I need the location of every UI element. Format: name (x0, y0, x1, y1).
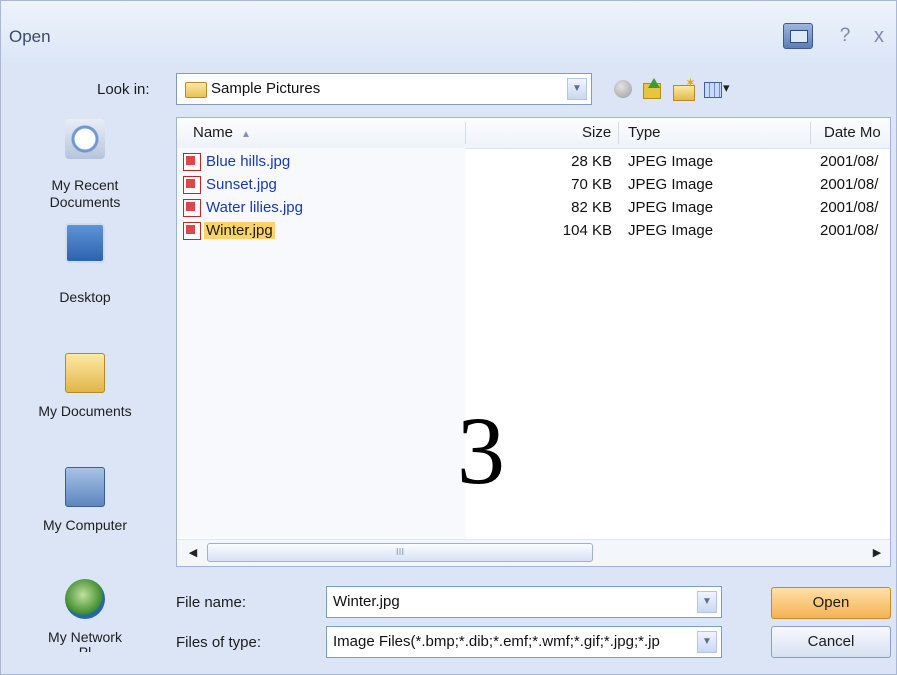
folder-icon (185, 82, 207, 98)
horizontal-scrollbar[interactable]: ◀ III ▶ (177, 539, 890, 566)
file-size: 104 KB (562, 222, 612, 239)
place-my-computer[interactable]: My Computer (7, 461, 163, 541)
column-header-size[interactable]: Size (582, 118, 611, 148)
views-menu-button[interactable] (701, 77, 741, 103)
open-dialog: Open ? x Look in: Sample Pictures ▼ My R… (0, 0, 897, 675)
jpeg-file-icon (183, 199, 201, 217)
scroll-left-icon[interactable]: ◀ (183, 543, 203, 563)
chevron-down-icon[interactable]: ▼ (697, 631, 717, 653)
jpeg-file-icon (183, 222, 201, 240)
desktop-icon (65, 223, 105, 263)
recent-documents-icon (65, 119, 105, 159)
column-header-name-label: Name (193, 124, 234, 141)
up-folder-button[interactable] (639, 77, 665, 103)
file-row[interactable]: Water lilies.jpg 82 KB JPEG Image 2001/0… (177, 198, 890, 220)
place-label: Desktop (59, 289, 111, 305)
place-label: Pl (78, 644, 92, 652)
file-name-value: Winter.jpg (333, 593, 400, 610)
jpeg-file-icon (183, 176, 201, 194)
new-folder-button[interactable] (671, 75, 697, 103)
file-type: JPEG Image (628, 199, 714, 216)
column-separator[interactable] (810, 122, 811, 144)
column-separator[interactable] (465, 122, 466, 144)
dialog-title: Open (9, 27, 51, 46)
place-label: My Computer (42, 517, 128, 533)
cancel-button[interactable]: Cancel (771, 626, 891, 658)
file-name-label: File name: (176, 594, 247, 611)
file-size: 70 KB (571, 176, 612, 193)
back-button[interactable] (611, 77, 637, 103)
file-type: JPEG Image (628, 222, 714, 239)
file-size: 28 KB (571, 153, 612, 170)
sort-ascending-icon: ▲ (241, 129, 251, 140)
column-header-bar (177, 118, 890, 149)
place-label: Documents (49, 194, 121, 210)
column-header-date[interactable]: Date Mo (824, 118, 881, 148)
file-name: Winter.jpg (204, 222, 275, 239)
file-list[interactable]: Name ▲ Size Type Date Mo Blue hills.jpg 2… (176, 117, 891, 567)
file-type-label: Files of type: (176, 634, 262, 651)
file-type: JPEG Image (628, 153, 714, 170)
file-name-field[interactable]: Winter.jpg ▼ (326, 586, 722, 618)
open-button[interactable]: Open (771, 587, 891, 619)
column-header-name[interactable]: Name ▲ (193, 118, 251, 148)
window-icon[interactable] (783, 23, 813, 49)
file-date: 2001/08/ (820, 222, 879, 239)
file-name: Water lilies.jpg (206, 199, 303, 216)
file-name: Blue hills.jpg (206, 153, 291, 170)
title-bar[interactable]: Open ? x (1, 1, 896, 63)
place-label: My Recent (51, 177, 119, 193)
chevron-down-icon[interactable]: ▼ (567, 78, 587, 100)
file-date: 2001/08/ (820, 176, 879, 193)
column-separator[interactable] (618, 122, 619, 144)
scroll-right-icon[interactable]: ▶ (867, 543, 887, 563)
file-row[interactable]: Blue hills.jpg 28 KB JPEG Image 2001/08/ (177, 152, 890, 174)
look-in-combo[interactable]: Sample Pictures ▼ (176, 73, 592, 105)
file-type-select[interactable]: Image Files(*.bmp;*.dib;*.emf;*.wmf;*.gi… (326, 626, 722, 658)
column-header-type[interactable]: Type (628, 118, 661, 148)
my-network-icon (65, 579, 105, 619)
place-my-documents[interactable]: My Documents (7, 347, 163, 427)
file-name: Sunset.jpg (206, 176, 277, 193)
place-desktop[interactable]: Desktop (7, 223, 163, 305)
scroll-thumb[interactable]: III (207, 543, 593, 562)
chevron-down-icon[interactable]: ▼ (697, 591, 717, 613)
file-size: 82 KB (571, 199, 612, 216)
file-date: 2001/08/ (820, 153, 879, 170)
place-my-recent-documents[interactable]: My Recent Documents (7, 111, 163, 211)
my-computer-icon (65, 467, 105, 507)
look-in-label: Look in: (97, 81, 150, 98)
file-type: JPEG Image (628, 176, 714, 193)
my-documents-icon (65, 353, 105, 393)
close-button[interactable]: x (869, 23, 889, 49)
jpeg-file-icon (183, 153, 201, 171)
file-date: 2001/08/ (820, 199, 879, 216)
file-type-value: Image Files(*.bmp;*.dib;*.emf;*.wmf;*.gi… (333, 633, 660, 650)
overlay-step-number: 3 (457, 397, 505, 504)
look-in-value: Sample Pictures (211, 80, 321, 97)
file-row[interactable]: Sunset.jpg 70 KB JPEG Image 2001/08/ (177, 175, 890, 197)
places-bar: My Recent Documents Desktop My Documents… (7, 111, 163, 661)
help-button[interactable]: ? (835, 23, 855, 49)
place-my-network[interactable]: My Network Pl (7, 573, 163, 661)
file-row-selected[interactable]: Winter.jpg 104 KB JPEG Image 2001/08/ (177, 221, 890, 243)
place-label: My Documents (38, 403, 132, 419)
